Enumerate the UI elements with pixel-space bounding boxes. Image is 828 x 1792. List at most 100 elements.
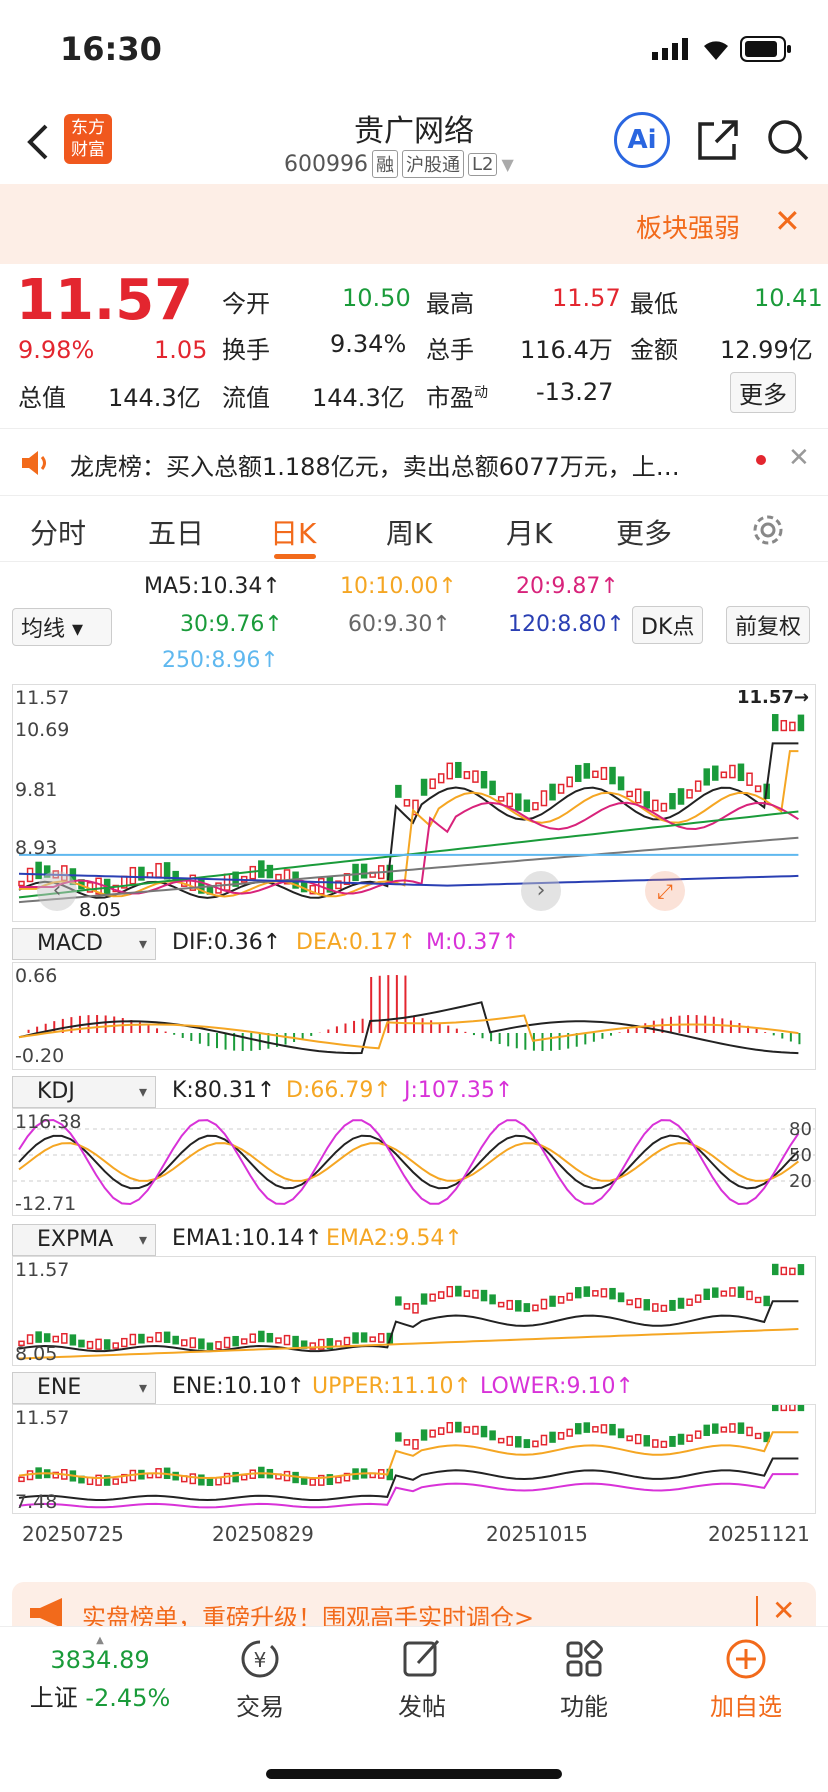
expma-chart[interactable]: 11.57 8.05 <box>12 1256 816 1366</box>
candle <box>95 1338 102 1350</box>
expand-icon[interactable]: ⤢ <box>645 871 685 911</box>
notice-text: 龙虎榜：买入总额1.188亿元，卖出总额6077万元，上… <box>70 453 680 481</box>
tab-intraday[interactable]: 分时 <box>30 512 86 552</box>
candle <box>472 770 479 783</box>
candle <box>292 1335 299 1348</box>
change-amount: 1.05 <box>154 336 208 364</box>
d-line <box>18 1142 800 1182</box>
tag-margin: 融 <box>371 150 398 178</box>
nav-features[interactable]: 功能 <box>524 1637 644 1722</box>
candle <box>686 1434 693 1442</box>
chevron-down-icon[interactable]: ▼ <box>501 155 513 174</box>
candle <box>669 1299 676 1311</box>
close-icon[interactable]: ✕ <box>772 1594 795 1627</box>
macd-bar <box>592 1033 595 1042</box>
macd-bar <box>164 1031 167 1033</box>
ma120-value: 120:8.80↑ <box>508 612 625 637</box>
candle <box>343 1336 351 1346</box>
sector-banner[interactable]: 板块强弱 ✕ <box>0 184 828 264</box>
ma-select[interactable]: 均线 ▾ <box>12 608 112 646</box>
expma-select[interactable]: EXPMA <box>12 1224 156 1256</box>
candle <box>574 1287 582 1299</box>
ma10-value: 10:10.00↑ <box>340 574 457 599</box>
candle <box>18 1476 25 1483</box>
candle <box>78 1339 85 1348</box>
ene-canvas <box>18 1405 805 1509</box>
candle <box>574 764 582 782</box>
last-marker: 11.57→ <box>737 687 810 708</box>
nav-trade[interactable]: ¥ 交易 <box>200 1637 320 1722</box>
candle <box>746 1290 753 1301</box>
candle <box>258 1330 265 1343</box>
candle <box>634 1297 642 1309</box>
nav-add-watchlist[interactable]: 加自选 <box>686 1637 806 1722</box>
caret-up-icon: ▲ <box>96 1635 104 1646</box>
macd-bar <box>781 1033 784 1039</box>
tab-weekly[interactable]: 周K <box>386 512 432 552</box>
candle <box>266 864 274 879</box>
candle <box>138 1333 145 1344</box>
candle <box>43 1333 51 1343</box>
candle <box>703 1288 710 1301</box>
kdj-j: J:107.35↑ <box>404 1078 514 1103</box>
close-icon[interactable]: ✕ <box>788 443 810 473</box>
macd-bar <box>472 1033 475 1036</box>
candle <box>352 863 359 882</box>
candle <box>532 802 539 811</box>
tab-more[interactable]: 更多 <box>616 512 672 552</box>
candle <box>660 1304 668 1312</box>
candle <box>643 1299 651 1311</box>
macd-bar <box>284 1033 287 1045</box>
ene-select[interactable]: ENE <box>12 1372 156 1404</box>
candle <box>626 1299 633 1306</box>
candle <box>506 1299 513 1310</box>
scroll-left-icon[interactable]: ‹ <box>37 871 77 911</box>
candle <box>549 1431 556 1443</box>
macd-select[interactable]: MACD <box>12 928 156 960</box>
candle <box>121 1337 128 1348</box>
macd-bar <box>652 1020 655 1033</box>
ai-button[interactable]: Ai <box>614 112 670 168</box>
adjust-button[interactable]: 前复权 <box>726 606 811 644</box>
candle <box>489 1430 496 1441</box>
notice-bar[interactable]: 龙虎榜：买入总额1.188亿元，卖出总额6077万元，上… ✕ <box>0 428 828 496</box>
index-change: -2.45% <box>85 1684 171 1712</box>
macd-bar <box>378 975 381 1033</box>
candle <box>412 1439 419 1450</box>
dk-button[interactable]: DK点 <box>632 606 704 644</box>
ene-chart[interactable]: 11.57 7.48 <box>12 1404 816 1514</box>
close-icon[interactable]: ✕ <box>774 202 801 240</box>
header-bar: 东方 财富 贵广网络 600996 融 沪股通 L2 ▼ Ai <box>0 100 828 184</box>
gear-icon[interactable] <box>750 512 786 548</box>
candle <box>146 1336 154 1343</box>
tab-monthly[interactable]: 月K <box>506 512 552 552</box>
index-ticker[interactable]: ▲ 3834.89 上证 -2.45% <box>20 1635 180 1713</box>
nav-add-label: 加自选 <box>710 1693 782 1721</box>
candle <box>660 1440 668 1448</box>
kline-chart[interactable]: 11.57 10.69 9.81 8.93 8.05 11.57→ ‹ › ⤢ <box>12 684 816 922</box>
candle <box>377 1333 385 1343</box>
candle <box>506 792 513 808</box>
candle <box>446 1422 454 1434</box>
share-icon[interactable] <box>696 118 740 162</box>
macd-chart[interactable]: 0.66 -0.20 <box>12 962 816 1070</box>
macd-bar <box>216 1033 218 1049</box>
candle <box>455 761 462 778</box>
search-icon[interactable] <box>766 118 810 162</box>
tab-daily[interactable]: 日K <box>270 512 316 552</box>
macd-bar <box>438 1022 441 1033</box>
more-button[interactable]: 更多 <box>730 372 796 413</box>
kdj-select[interactable]: KDJ <box>12 1076 156 1108</box>
candle <box>155 862 162 878</box>
candle <box>95 1474 102 1486</box>
candle <box>515 1300 522 1312</box>
tab-five-day[interactable]: 五日 <box>148 512 204 552</box>
scroll-right-icon[interactable]: › <box>521 871 561 911</box>
nav-post[interactable]: 发帖 <box>362 1637 482 1722</box>
macd-bar <box>241 1033 244 1051</box>
candle <box>515 1436 522 1448</box>
candle <box>420 778 428 796</box>
date-label-3: 20251015 <box>486 1522 588 1546</box>
candle <box>652 799 659 812</box>
kdj-chart[interactable]: 116.38 -12.71 80 50 20 <box>12 1108 816 1216</box>
